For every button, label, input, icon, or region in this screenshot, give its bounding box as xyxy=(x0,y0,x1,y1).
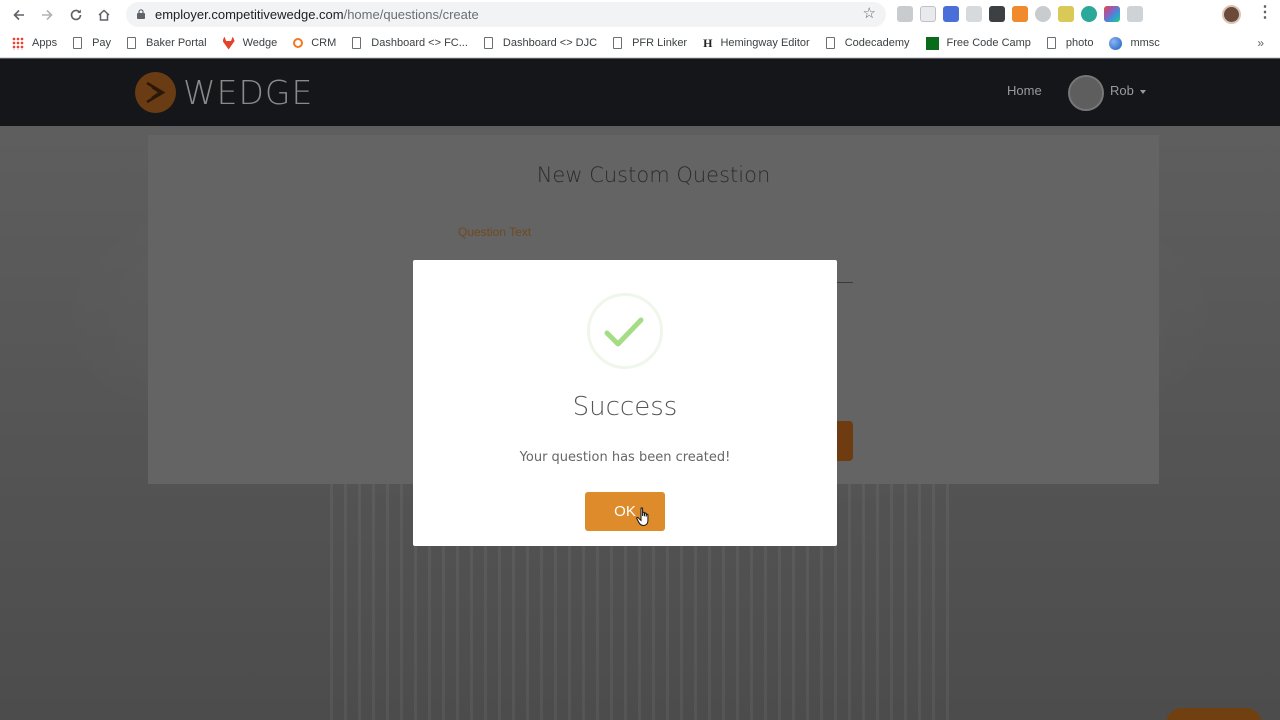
reload-icon[interactable] xyxy=(66,5,86,25)
url-path: /home/questions/create xyxy=(343,7,479,22)
checkmark-icon xyxy=(604,317,644,347)
bookmark-apps[interactable]: Apps xyxy=(12,36,58,50)
extension-chat-icon[interactable] xyxy=(1058,6,1074,22)
bookmark-label: Codecademy xyxy=(844,37,910,49)
bookmark-pay[interactable]: Pay xyxy=(73,37,111,49)
gitlab-fox-icon xyxy=(222,36,235,50)
extension-k-icon[interactable] xyxy=(897,6,913,22)
bookmark-label: Baker Portal xyxy=(146,37,207,49)
hubspot-icon xyxy=(293,38,304,48)
bookmarks-bar: Apps Pay Baker Portal Wedge CRM Dashboar… xyxy=(0,29,1280,58)
extension-calendar-icon[interactable] xyxy=(943,6,959,22)
apps-grid-icon xyxy=(12,36,24,50)
bookmark-pfr-linker[interactable]: PFR Linker xyxy=(613,37,687,49)
bookmark-hemingway-editor[interactable]: H Hemingway Editor xyxy=(703,35,810,50)
logo-text[interactable]: WEDGE xyxy=(183,74,313,112)
page-icon xyxy=(825,37,835,49)
bookmark-label: CRM xyxy=(311,37,337,49)
bookmark-label: Apps xyxy=(32,37,58,49)
user-avatar[interactable] xyxy=(1068,75,1104,111)
pocket-icon[interactable] xyxy=(989,6,1005,22)
bookmark-label: Wedge xyxy=(242,37,278,49)
wedge-logo-icon[interactable] xyxy=(135,72,176,113)
page-icon xyxy=(73,37,83,49)
question-text-label: Question Text xyxy=(458,225,532,239)
dropbox-icon[interactable] xyxy=(1127,6,1143,22)
globe-icon xyxy=(1109,36,1123,50)
extension-shield-icon[interactable] xyxy=(920,6,936,22)
bookmark-mmsc[interactable]: mmsc xyxy=(1109,36,1160,50)
freecodecamp-icon xyxy=(925,36,939,50)
form-title: New Custom Question xyxy=(536,163,771,187)
extension-hubspot-icon[interactable] xyxy=(1012,6,1028,22)
app-navbar: WEDGE Home Rob xyxy=(0,59,1280,126)
url-text: employer.competitivewedge.com/home/quest… xyxy=(155,7,479,22)
extension-circle-icon[interactable] xyxy=(1081,6,1097,22)
bookmark-label: Pay xyxy=(92,37,112,49)
bookmark-label: Hemingway Editor xyxy=(720,37,810,49)
bookmark-free-code-camp[interactable]: Free Code Camp xyxy=(925,36,1031,50)
bookmark-label: PFR Linker xyxy=(632,37,688,49)
h-letter-icon: H xyxy=(703,35,713,50)
success-icon xyxy=(587,293,663,369)
help-tab-button[interactable] xyxy=(1166,708,1262,720)
page-icon xyxy=(127,37,137,49)
bookmark-star-icon[interactable]: ☆ xyxy=(863,6,876,22)
extension-icons xyxy=(897,6,1143,24)
bookmark-codecademy[interactable]: Codecademy xyxy=(825,37,910,49)
forward-icon[interactable] xyxy=(37,5,57,25)
user-menu[interactable]: Rob xyxy=(1110,83,1134,98)
url-host: employer.competitivewedge.com xyxy=(155,7,344,22)
nav-home-link[interactable]: Home xyxy=(1007,83,1042,98)
back-icon[interactable] xyxy=(9,5,29,25)
browser-toolbar: employer.competitivewedge.com/home/quest… xyxy=(0,0,1280,29)
bookmark-wedge[interactable]: Wedge xyxy=(222,36,278,50)
page-icon xyxy=(1046,37,1056,49)
extension-palette-icon[interactable] xyxy=(1104,6,1120,22)
address-bar[interactable]: employer.competitivewedge.com/home/quest… xyxy=(126,2,886,27)
bookmark-label: Free Code Camp xyxy=(946,37,1031,49)
modal-title: Success xyxy=(572,392,678,422)
profile-avatar-icon[interactable] xyxy=(1222,5,1241,24)
lock-icon xyxy=(137,9,145,19)
page-icon xyxy=(483,37,493,49)
bookmark-baker-portal[interactable]: Baker Portal xyxy=(127,37,207,49)
home-icon[interactable] xyxy=(94,5,114,25)
bookmark-photo[interactable]: photo xyxy=(1046,37,1094,49)
bookmarks-overflow-icon[interactable]: » xyxy=(1257,36,1264,50)
bookmark-crm[interactable]: CRM xyxy=(293,37,336,49)
bookmark-label: photo xyxy=(1065,37,1094,49)
ok-button[interactable]: OK xyxy=(585,492,665,531)
bookmark-label: mmsc xyxy=(1130,37,1160,49)
extension-drive-icon[interactable] xyxy=(1035,6,1051,22)
browser-menu-icon[interactable]: ⋮ xyxy=(1257,5,1273,21)
extension-check-icon[interactable] xyxy=(966,6,982,22)
bookmark-dashboard-djc[interactable]: Dashboard <> DJC xyxy=(483,37,598,49)
page-icon xyxy=(613,37,623,49)
success-modal: Success Your question has been created! … xyxy=(413,260,837,546)
bookmark-dashboard-fc[interactable]: Dashboard <> FC... xyxy=(352,37,468,49)
bookmark-label: Dashboard <> FC... xyxy=(371,37,468,49)
modal-message: Your question has been created! xyxy=(519,450,731,465)
hand-cursor-icon xyxy=(636,507,649,527)
page-icon xyxy=(352,37,362,49)
bookmark-label: Dashboard <> DJC xyxy=(502,37,598,49)
caret-down-icon[interactable] xyxy=(1140,90,1146,94)
